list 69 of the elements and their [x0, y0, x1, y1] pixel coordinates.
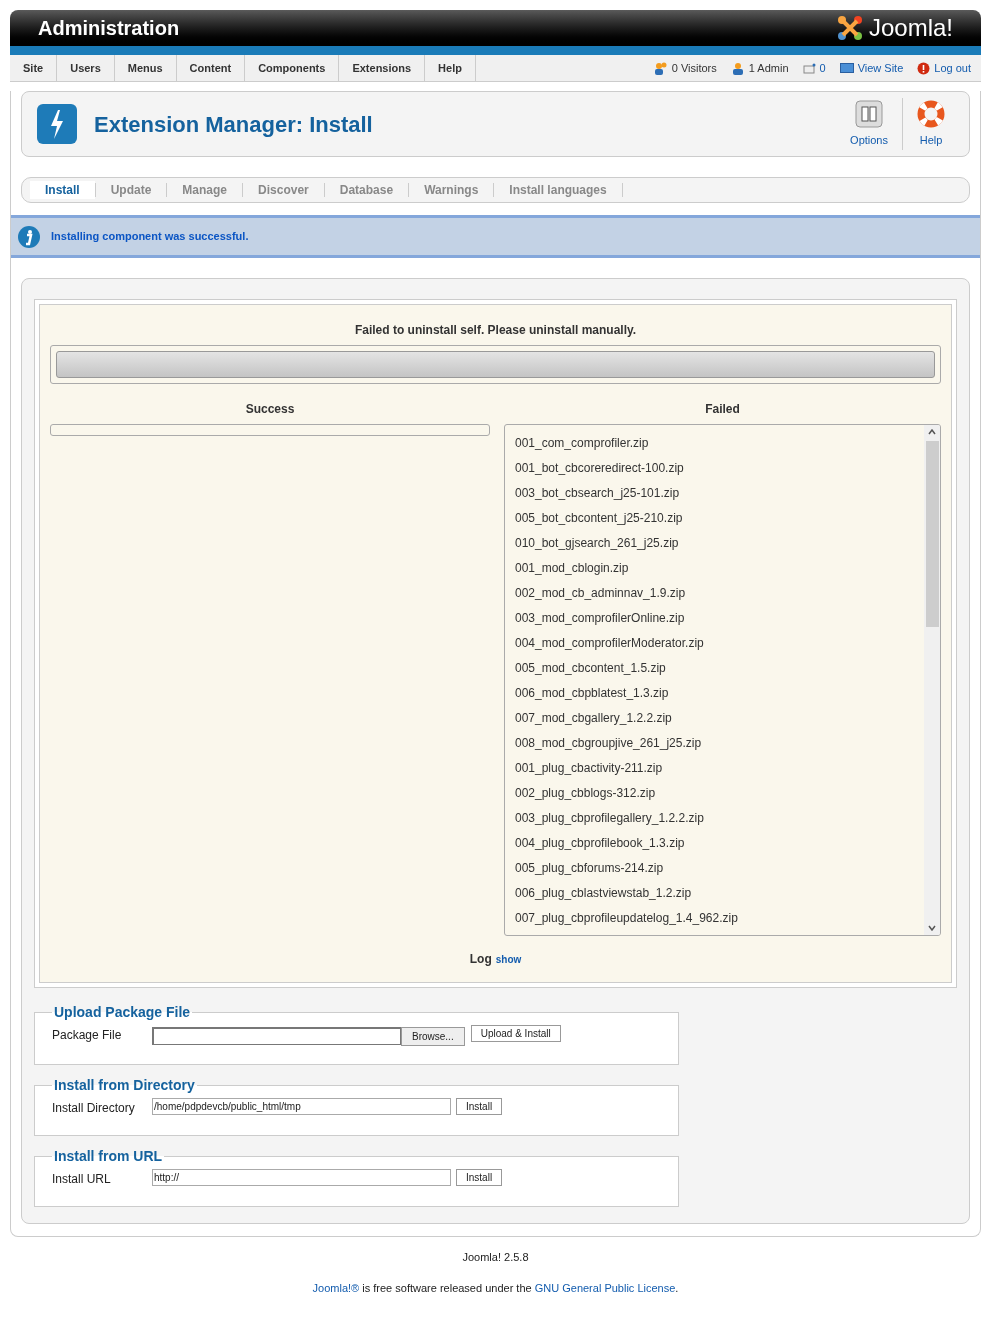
footer-link[interactable]: Joomla!® — [312, 1281, 360, 1294]
license-text: Joomla!® is free software released under the GNU General Public License. — [311, 1280, 680, 1296]
list-item: 003_plug_cbprofilegallery_1.2.2.zip — [515, 809, 705, 827]
list-item: 004_plug_cbprofilebook_1.3.zip — [515, 834, 686, 852]
field-label: Install Directory — [52, 1100, 136, 1117]
list-item: 005_mod_cbcontent_1.5.zip — [515, 659, 667, 677]
status-link[interactable]: Log out — [934, 59, 971, 77]
browse-button[interactable]: Browse... — [401, 1027, 465, 1046]
admin-title: Administration — [38, 16, 180, 41]
menu-item[interactable]: Components — [245, 55, 340, 81]
field-label: Package File — [52, 1027, 123, 1044]
list-item: 001_mod_cblogin.zip — [515, 559, 630, 577]
log-label: Log — [469, 951, 492, 968]
list-item: 007_mod_cbgallery_1.2.2.zip — [515, 709, 673, 727]
list-item: 004_mod_comprofilerModerator.zip — [515, 634, 705, 652]
list-item: 007_plug_cbprofileupdatelog_1.4_962.zip — [515, 909, 739, 927]
list-item: 010_bot_gjsearch_261_j25.zip — [515, 534, 680, 552]
upload-button[interactable]: Upload & Install — [470, 1025, 561, 1042]
scroll-thumb[interactable] — [925, 441, 939, 627]
menu-item[interactable]: Help — [425, 55, 476, 81]
column-heading: Failed — [704, 401, 741, 418]
tab[interactable]: Install — [30, 181, 95, 199]
list-item: 006_plug_cblastviewstab_1.2.zip — [515, 884, 693, 902]
column-heading: Success — [244, 401, 296, 418]
text-field[interactable]: /home/pdpdevcb/public_html/tmp — [152, 1098, 451, 1115]
users-icon — [653, 61, 668, 75]
file-field[interactable] — [152, 1026, 401, 1045]
list-item: 002_plug_cbblogs-312.zip — [515, 784, 657, 802]
menu-item[interactable]: Content — [176, 55, 246, 81]
list-item: 003_mod_comprofilerOnline.zip — [515, 609, 686, 627]
field-label: Install URL — [52, 1171, 112, 1188]
install-button[interactable]: Install — [456, 1098, 503, 1115]
user-icon — [730, 61, 745, 75]
menu-item[interactable]: Site — [10, 55, 58, 81]
list-item: 002_mod_cb_adminnav_1.9.zip — [515, 584, 687, 602]
version-text: Joomla! 2.5.8 — [461, 1250, 530, 1265]
install-button[interactable]: Install — [456, 1169, 503, 1186]
status-link[interactable]: View Site — [857, 59, 904, 77]
toolbar-button[interactable]: Options — [836, 98, 902, 150]
lifebuoy-icon — [917, 99, 945, 128]
toolbar-button[interactable]: Help — [902, 98, 959, 150]
list-item: 008_mod_cbgroupjive_261_j25.zip — [515, 734, 703, 752]
switch-icon — [855, 99, 884, 128]
monitor-icon — [839, 63, 854, 73]
list-item: 005_plug_cbforums-214.zip — [515, 859, 665, 877]
text-field[interactable]: http:// — [152, 1169, 451, 1186]
list-item: 001_bot_cbcoreredirect-100.zip — [515, 459, 685, 477]
list-item: 006_mod_cbpblatest_1.3.zip — [515, 684, 670, 702]
logo-text: Joomla! — [868, 13, 953, 43]
menu-item[interactable]: Extensions — [339, 55, 426, 81]
list-item: 001_plug_cbactivity-211.zip — [515, 759, 664, 777]
menu-item[interactable]: Users — [57, 55, 115, 81]
section-legend: Install from URL — [52, 1146, 165, 1167]
menu-item[interactable]: Menus — [114, 55, 177, 81]
page-title: Extension Manager: Install — [94, 110, 373, 139]
message-text: Installing component was successful. — [51, 229, 249, 245]
status-text: 0 Visitors — [671, 60, 717, 76]
list-item: 001_com_comprofiler.zip — [515, 434, 650, 452]
alert-icon — [917, 61, 931, 75]
status-text[interactable]: 0 — [819, 59, 826, 77]
info-icon — [17, 224, 41, 249]
lightning-icon — [36, 103, 78, 145]
section-legend: Upload Package File — [52, 1002, 193, 1023]
list-item: 005_bot_cbcontent_j25-210.zip — [515, 509, 684, 527]
show-link[interactable]: show — [495, 952, 522, 967]
list-item: 003_bot_cbsearch_j25-101.zip — [515, 484, 681, 502]
status-text: 1 Admin — [748, 60, 789, 76]
result-heading: Failed to uninstall self. Please uninstall manually. — [353, 322, 638, 339]
section-legend: Install from Directory — [52, 1075, 197, 1096]
